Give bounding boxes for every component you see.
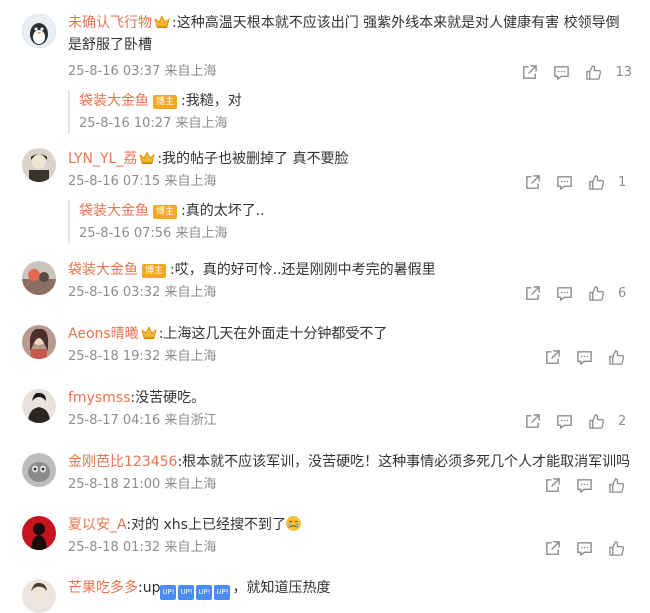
like-icon	[588, 174, 604, 190]
comment-actions: 1	[516, 172, 632, 192]
username-link[interactable]: LYN_YL_荔	[68, 151, 137, 167]
avatar[interactable]	[22, 516, 56, 550]
comment-text: 夏以安_A:对的 xhs上已经搜不到了	[68, 514, 632, 536]
avatar[interactable]	[22, 453, 56, 487]
share-button[interactable]	[536, 475, 568, 495]
comment-text: 未确认飞行物:这种高温天根本就不应该出门 强紫外线本来就是对人健康有害 校领导倒…	[68, 14, 620, 53]
up-emoticon: UP!	[214, 585, 231, 600]
share-icon	[545, 349, 560, 364]
avatar[interactable]	[22, 325, 56, 359]
crown-icon	[139, 150, 155, 164]
username-link[interactable]: Aeons晴曦	[68, 326, 139, 342]
like-button[interactable]	[580, 283, 612, 303]
comment-text: fmysmss:没苦硬吃。	[68, 390, 206, 406]
reply-text: 袋装大金鱼 博主:我糙，对	[79, 93, 242, 109]
share-button[interactable]	[516, 172, 548, 192]
comment-button[interactable]	[568, 347, 600, 367]
comment-text: LYN_YL_荔:我的帖子也被删掉了 真不要脸	[68, 150, 349, 167]
like-count: 2	[618, 413, 627, 429]
username-link[interactable]: 芒果吃多多	[68, 580, 138, 596]
share-icon	[545, 540, 560, 555]
like-count: 1	[618, 174, 627, 190]
up-emoticon: UP!	[160, 585, 177, 600]
up-emoticon: UP!	[196, 585, 213, 600]
comment-actions	[536, 538, 632, 558]
avatar[interactable]	[22, 14, 56, 48]
like-button[interactable]	[580, 411, 612, 431]
comment-text: Aeons晴曦:上海这几天在外面走十分钟都受不了	[68, 325, 388, 342]
share-button[interactable]	[536, 347, 568, 367]
like-button[interactable]	[600, 347, 632, 367]
share-button[interactable]	[516, 411, 548, 431]
comment-button[interactable]	[548, 172, 580, 192]
comment-actions: 13	[513, 62, 632, 82]
share-icon	[525, 285, 540, 300]
comment-text: 芒果吃多多:up UP! UP! UP! UP! ，就知道压热度	[68, 577, 632, 600]
comment-button[interactable]	[548, 411, 580, 431]
comment-actions	[536, 475, 632, 495]
username-link[interactable]: 袋装大金鱼	[79, 93, 149, 109]
like-button[interactable]	[600, 538, 632, 558]
share-icon	[523, 64, 537, 79]
comment-text: 金刚芭比123456:根本就不应该军训，没苦硬吃！这种事情必须多死几个人才能取消…	[68, 454, 631, 470]
comment-icon	[554, 65, 569, 80]
comment-icon	[576, 541, 592, 556]
comment-button[interactable]	[568, 538, 600, 558]
comment-icon	[556, 286, 572, 301]
reply-text: 袋装大金鱼 博主:真的太坏了..	[79, 203, 265, 219]
like-icon	[586, 64, 602, 80]
reply-meta: 25-8-16 10:27 来自上海	[79, 116, 228, 131]
like-count: 6	[618, 285, 627, 301]
avatar[interactable]	[22, 148, 56, 182]
like-icon	[608, 349, 624, 365]
avatar[interactable]	[22, 261, 56, 295]
author-badge: 博主	[142, 264, 167, 278]
comment-button[interactable]	[568, 475, 600, 495]
crown-icon	[154, 14, 170, 28]
crying-emoji-icon	[285, 516, 301, 531]
comment-icon	[556, 175, 572, 190]
comment-actions: 6	[516, 283, 632, 303]
like-icon	[608, 540, 624, 556]
like-icon	[608, 477, 624, 493]
username-link[interactable]: 金刚芭比123456	[68, 454, 177, 470]
avatar[interactable]	[22, 579, 56, 613]
username-link[interactable]: 夏以安_A	[68, 517, 126, 533]
like-count: 13	[615, 64, 632, 80]
up-emoticon: UP!	[178, 585, 195, 600]
reply-item: 袋装大金鱼 博主:真的太坏了.. 25-8-16 07:56 来自上海	[68, 200, 632, 244]
share-button[interactable]	[513, 62, 545, 82]
avatar[interactable]	[22, 389, 56, 423]
author-badge: 博主	[153, 205, 178, 219]
comment-icon	[556, 414, 572, 429]
like-button[interactable]	[577, 62, 609, 82]
username-link[interactable]: fmysmss	[68, 390, 130, 406]
comment-text: 袋装大金鱼 博主:哎，真的好可怜..还是刚刚中考完的暑假里	[68, 262, 436, 278]
author-badge: 博主	[153, 95, 178, 109]
like-icon	[588, 285, 604, 301]
reply-meta: 25-8-16 07:56 来自上海	[79, 226, 228, 241]
username-link[interactable]: 未确认飞行物	[68, 15, 152, 31]
comment-button[interactable]	[548, 283, 580, 303]
username-link[interactable]: 袋装大金鱼	[68, 262, 138, 278]
share-icon	[525, 413, 540, 428]
like-button[interactable]	[580, 172, 612, 192]
like-button[interactable]	[600, 475, 632, 495]
reply-item: 袋装大金鱼 博主:我糙，对 25-8-16 10:27 来自上海	[68, 90, 632, 134]
share-icon	[545, 477, 560, 492]
share-button[interactable]	[516, 283, 548, 303]
comment-actions	[536, 347, 632, 367]
comment-icon	[576, 478, 592, 493]
username-link[interactable]: 袋装大金鱼	[79, 203, 149, 219]
share-icon	[525, 174, 540, 189]
comment-actions: 2	[516, 411, 632, 431]
like-icon	[588, 413, 604, 429]
comment-button[interactable]	[545, 62, 577, 82]
share-button[interactable]	[536, 538, 568, 558]
comment-icon	[576, 350, 592, 365]
crown-icon	[141, 325, 157, 339]
